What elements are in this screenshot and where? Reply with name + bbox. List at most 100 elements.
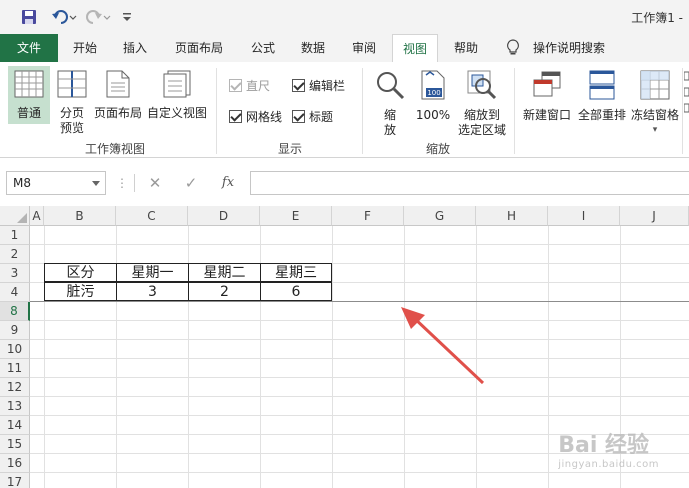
column-header-i[interactable]: I	[548, 206, 620, 226]
tab-formulas[interactable]: 公式	[240, 34, 286, 62]
column-header-h[interactable]: H	[476, 206, 548, 226]
chevron-down-icon: ▾	[652, 125, 658, 135]
column-header-j[interactable]: J	[620, 206, 689, 226]
row-header-16[interactable]: 16	[0, 454, 30, 473]
zoom-100-button[interactable]: 100 100%	[412, 66, 454, 124]
select-all-button[interactable]	[0, 206, 30, 226]
enter-check-icon[interactable]: ✓	[180, 172, 202, 194]
chevron-down-icon[interactable]	[92, 181, 100, 186]
cancel-entry-icon[interactable]: ✕	[144, 172, 166, 194]
tab-page-layout[interactable]: 页面布局	[164, 34, 234, 62]
gridline	[30, 339, 689, 340]
title-bar: 工作簿1 -	[0, 0, 689, 34]
formula-input[interactable]	[250, 171, 689, 195]
new-window-button[interactable]: 新建窗口	[520, 66, 574, 124]
redo-icon[interactable]	[84, 6, 112, 28]
page-break-label-2: 预览	[59, 121, 84, 135]
page-break-preview-button[interactable]: 分页 预览	[54, 66, 90, 136]
ribbon-separator	[216, 68, 217, 154]
row-header-15[interactable]: 15	[0, 435, 30, 454]
tab-home[interactable]: 开始	[62, 34, 108, 62]
zoom-selection-label-1: 缩放到	[463, 108, 500, 122]
cell-d3[interactable]: 星期二	[188, 263, 261, 282]
ruler-label: 直尺	[246, 79, 271, 93]
page-break-label-1: 分页	[59, 106, 84, 120]
ribbon: 普通 分页 预览 页面布局 自定义视图 工作簿视图 直尺 编辑栏 网格线 标题 …	[0, 62, 689, 158]
column-header-e[interactable]: E	[260, 206, 332, 226]
cell-c4[interactable]: 3	[116, 282, 189, 301]
row-header-13[interactable]: 13	[0, 397, 30, 416]
column-header-f[interactable]: F	[332, 206, 404, 226]
new-window-label: 新建窗口	[522, 108, 571, 122]
worksheet-grid[interactable]: A B C D E F G H I J 1 2 3 4 8 9 10 11 12…	[0, 206, 689, 488]
tab-insert[interactable]: 插入	[112, 34, 158, 62]
freeze-panes-button[interactable]: 冻结窗格 ▾	[630, 66, 680, 138]
zoom-selection-icon	[456, 70, 508, 104]
new-window-icon	[520, 70, 574, 104]
customize-qat-icon[interactable]	[120, 6, 134, 28]
row-header-17[interactable]: 17	[0, 473, 30, 488]
headings-checkbox[interactable]: 标题	[292, 108, 333, 125]
freeze-panes-icon	[630, 70, 680, 104]
cell-b3[interactable]: 区分	[44, 263, 117, 282]
column-header-a[interactable]: A	[30, 206, 44, 226]
cell-e4[interactable]: 6	[260, 282, 332, 301]
annotation-arrow	[401, 307, 485, 385]
gridline	[30, 396, 689, 397]
normal-view-button[interactable]: 普通	[8, 66, 50, 124]
show-group-label: 显示	[277, 142, 302, 156]
undo-icon[interactable]	[50, 6, 78, 28]
row-header-9[interactable]: 9	[0, 321, 30, 340]
lightbulb-icon[interactable]	[500, 34, 526, 62]
ribbon-more-icon	[683, 68, 689, 128]
cell-c3[interactable]: 星期一	[116, 263, 189, 282]
zoom-group-label: 缩放	[425, 142, 450, 156]
column-header-c[interactable]: C	[116, 206, 188, 226]
column-header-d[interactable]: D	[188, 206, 260, 226]
arrange-all-icon	[576, 70, 628, 104]
column-header-b[interactable]: B	[44, 206, 116, 226]
headings-label: 标题	[309, 110, 334, 124]
tab-help[interactable]: 帮助	[443, 34, 489, 62]
column-header-g[interactable]: G	[404, 206, 476, 226]
row-header-12[interactable]: 12	[0, 378, 30, 397]
normal-view-label: 普通	[16, 106, 41, 120]
save-icon[interactable]	[20, 6, 38, 28]
freeze-panes-label: 冻结窗格	[630, 108, 679, 122]
ribbon-separator	[362, 68, 363, 154]
name-box[interactable]: M8	[6, 171, 106, 195]
insert-function-icon[interactable]: fx	[216, 172, 240, 194]
page-layout-label: 页面布局	[93, 106, 142, 120]
cell-e3[interactable]: 星期三	[260, 263, 332, 282]
page-layout-view-button[interactable]: 页面布局	[92, 66, 144, 124]
row-header-4[interactable]: 4	[0, 283, 30, 302]
formula-bar-checkbox[interactable]: 编辑栏	[292, 77, 345, 94]
tab-data[interactable]: 数据	[290, 34, 336, 62]
custom-views-button[interactable]: 自定义视图	[146, 66, 208, 124]
gridline	[30, 244, 689, 245]
tell-me-search[interactable]: 操作说明搜索	[528, 34, 610, 62]
gridlines-checkbox[interactable]: 网格线	[229, 108, 282, 125]
normal-view-icon	[8, 70, 50, 102]
freeze-pane-divider[interactable]	[30, 301, 689, 302]
row-header-10[interactable]: 10	[0, 340, 30, 359]
tab-view[interactable]: 视图	[392, 34, 438, 62]
gridlines-label: 网格线	[246, 110, 283, 124]
row-header-2[interactable]: 2	[0, 245, 30, 264]
zoom-label-2: 放	[383, 123, 396, 137]
row-header-11[interactable]: 11	[0, 359, 30, 378]
row-header-14[interactable]: 14	[0, 416, 30, 435]
row-header-8[interactable]: 8	[0, 302, 30, 321]
tab-review[interactable]: 审阅	[341, 34, 387, 62]
zoom-button[interactable]: 缩 放	[372, 66, 408, 138]
cell-d4[interactable]: 2	[188, 282, 261, 301]
cell-b4[interactable]: 脏污	[44, 282, 117, 301]
arrange-all-button[interactable]: 全部重排	[576, 66, 628, 124]
arrange-all-label: 全部重排	[577, 108, 626, 122]
zoom-label-1: 缩	[383, 108, 396, 122]
tab-file[interactable]: 文件	[0, 34, 58, 62]
row-header-3[interactable]: 3	[0, 264, 30, 283]
row-header-1[interactable]: 1	[0, 226, 30, 245]
zoom-selection-label-2: 选定区域	[457, 123, 506, 137]
zoom-to-selection-button[interactable]: 缩放到 选定区域	[456, 66, 508, 138]
